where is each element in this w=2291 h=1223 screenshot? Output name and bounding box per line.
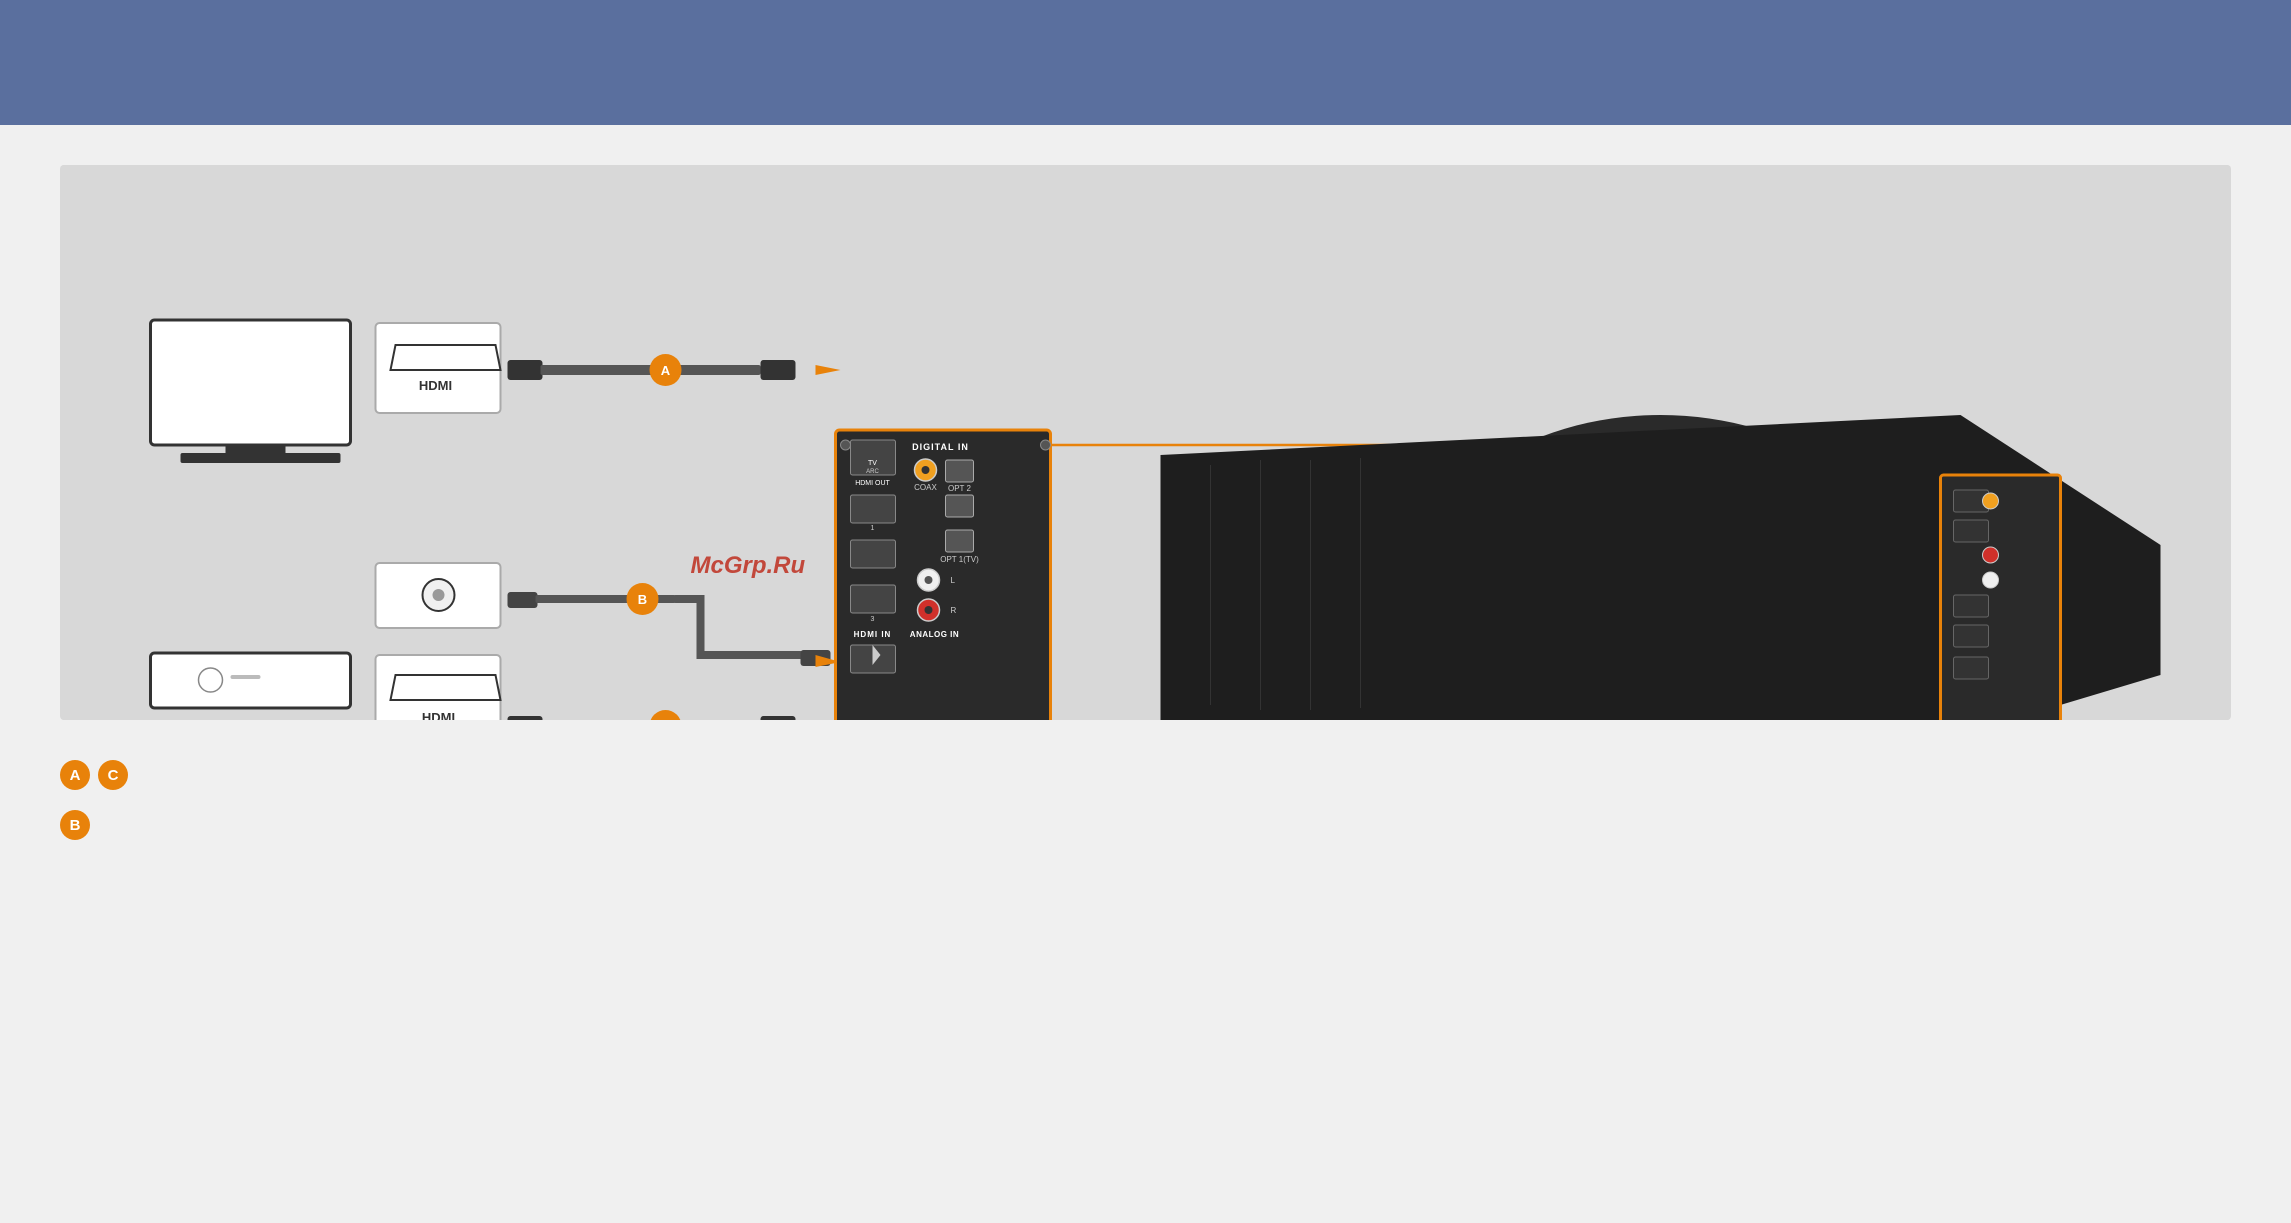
svg-text:HDMI OUT: HDMI OUT	[855, 480, 890, 487]
svg-text:DIGITAL IN: DIGITAL IN	[912, 442, 969, 452]
label-c-circle: C	[98, 760, 128, 790]
svg-text:C: C	[661, 719, 671, 720]
bottom-section: A C B	[60, 760, 760, 840]
svg-text:L: L	[951, 576, 956, 585]
svg-text:HDMI IN: HDMI IN	[854, 630, 892, 639]
svg-text:OPT 1(TV): OPT 1(TV)	[940, 555, 979, 564]
b-row: B	[60, 810, 760, 840]
label-a-circle: A	[60, 760, 90, 790]
connection-diagram: HDMI HDMI A B	[60, 165, 2231, 720]
svg-text:McGrp.Ru: McGrp.Ru	[691, 552, 806, 579]
svg-text:R: R	[951, 606, 957, 615]
svg-text:TV: TV	[868, 460, 877, 467]
svg-text:ANALOG IN: ANALOG IN	[910, 630, 959, 639]
svg-text:COAX: COAX	[914, 483, 937, 492]
main-content: HDMI HDMI A B	[0, 125, 2291, 1223]
svg-text:1: 1	[871, 525, 875, 532]
svg-text:ARC: ARC	[866, 469, 879, 475]
svg-text:HDMI: HDMI	[422, 710, 455, 720]
svg-text:B: B	[638, 592, 647, 607]
svg-text:HDMI: HDMI	[419, 378, 452, 393]
top-banner	[0, 0, 2291, 125]
svg-text:A: A	[661, 363, 671, 378]
svg-text:3: 3	[871, 616, 875, 623]
diagram-area: HDMI HDMI A B	[60, 165, 2231, 720]
ac-row: A C	[60, 760, 760, 790]
label-b-circle: B	[60, 810, 90, 840]
svg-text:OPT 2: OPT 2	[948, 484, 972, 493]
